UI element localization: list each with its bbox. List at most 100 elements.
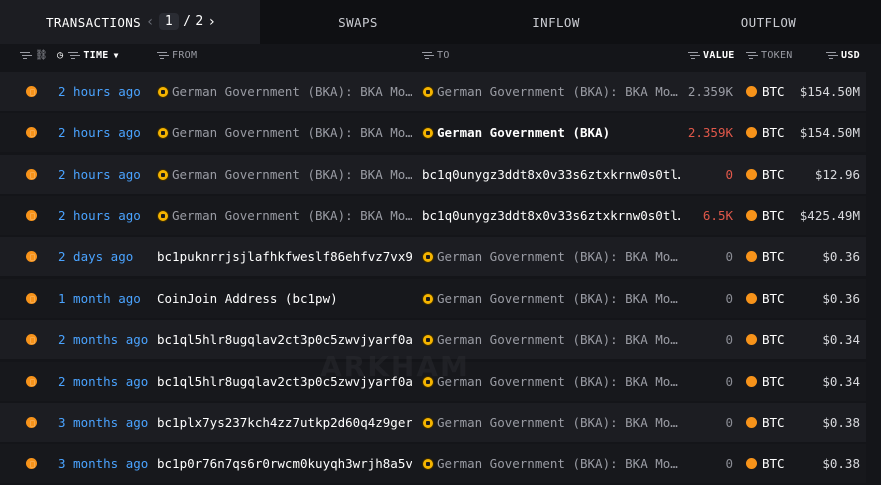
row-token-label: BTC — [762, 84, 785, 99]
row-to-label: German Government (BKA): BKA Mo… — [437, 332, 678, 347]
row-token[interactable]: BTC — [746, 125, 785, 140]
row-to[interactable]: bc1q0unygz3ddt8x0v33s6ztxkrnw0s0tl… — [422, 208, 680, 223]
header-to[interactable]: TO — [422, 50, 450, 61]
header-time[interactable]: ◷ TIME ▼ — [57, 50, 119, 61]
header-usd[interactable]: USD — [826, 50, 860, 61]
row-token-label: BTC — [762, 374, 785, 389]
table-row[interactable]: 3 months ago bc1plx7ys237kch4zz7utkp2d60… — [0, 403, 866, 442]
row-to[interactable]: German Government (BKA): BKA Mo… — [422, 415, 680, 430]
sort-down-icon[interactable]: ▼ — [114, 51, 119, 60]
filter-icon[interactable] — [688, 51, 698, 60]
row-from[interactable]: CoinJoin Address (bc1pw) — [157, 291, 412, 306]
table-header: ⛓ ◷ TIME ▼ FROM TO VALUE TOKEN USD — [0, 44, 881, 70]
bitcoin-icon — [26, 169, 37, 180]
table-row[interactable]: 1 month ago CoinJoin Address (bc1pw) Ger… — [0, 279, 866, 318]
table-row[interactable]: 2 hours ago German Government (BKA): BKA… — [0, 196, 866, 235]
row-time[interactable]: 2 months ago — [58, 332, 148, 347]
filter-icon[interactable] — [826, 51, 836, 60]
row-from[interactable]: bc1p0r76n7qs6r0rwcm0kuyqh3wrjh8a5v… — [157, 456, 412, 471]
row-token[interactable]: BTC — [746, 332, 785, 347]
row-time[interactable]: 2 months ago — [58, 374, 148, 389]
row-token-label: BTC — [762, 332, 785, 347]
row-time[interactable]: 2 hours ago — [58, 125, 141, 140]
scrollbar[interactable] — [868, 44, 881, 485]
header-filter-link[interactable]: ⛓ — [20, 50, 48, 61]
row-usd: $0.38 — [822, 415, 860, 430]
row-to-label: German Government (BKA): BKA Mo… — [437, 249, 678, 264]
header-token[interactable]: TOKEN — [746, 50, 793, 61]
row-time[interactable]: 1 month ago — [58, 291, 141, 306]
row-to[interactable]: German Government (BKA): BKA Mo… — [422, 249, 680, 264]
tab-transactions[interactable]: TRANSACTIONS ‹ 1 / 2 › — [0, 0, 260, 44]
row-token[interactable]: BTC — [746, 84, 785, 99]
table-row[interactable]: 2 hours ago German Government (BKA): BKA… — [0, 113, 866, 152]
row-token-label: BTC — [762, 125, 785, 140]
table-row[interactable]: 2 hours ago German Government (BKA): BKA… — [0, 155, 866, 194]
row-time[interactable]: 2 hours ago — [58, 167, 141, 182]
row-time[interactable]: 3 months ago — [58, 456, 148, 471]
row-time[interactable]: 2 days ago — [58, 249, 133, 264]
filter-icon[interactable] — [422, 51, 432, 60]
filter-icon[interactable] — [20, 51, 30, 60]
row-to-label: bc1q0unygz3ddt8x0v33s6ztxkrnw0s0tl… — [422, 208, 680, 223]
row-from-label: German Government (BKA): BKA Mo… — [172, 167, 412, 182]
row-value: 0 — [725, 374, 733, 389]
row-token[interactable]: BTC — [746, 374, 785, 389]
row-token[interactable]: BTC — [746, 167, 785, 182]
row-from[interactable]: bc1puknrrjsjlafhkfweslf86ehfvz7vx9… — [157, 249, 412, 264]
table-row[interactable]: 2 hours ago German Government (BKA): BKA… — [0, 72, 866, 111]
header-from[interactable]: FROM — [157, 50, 197, 61]
table-row[interactable]: 3 months ago bc1p0r76n7qs6r0rwcm0kuyqh3w… — [0, 444, 866, 483]
row-token-label: BTC — [762, 167, 785, 182]
row-token[interactable]: BTC — [746, 415, 785, 430]
row-to-label: German Government (BKA): BKA Mo… — [437, 291, 678, 306]
bitcoin-icon — [746, 376, 757, 387]
row-value: 2.359K — [687, 125, 733, 140]
row-to[interactable]: German Government (BKA): BKA Mo… — [422, 291, 680, 306]
row-from[interactable]: German Government (BKA): BKA Mo… — [157, 208, 412, 223]
bitcoin-icon — [26, 417, 37, 428]
row-value: 6.5K — [702, 208, 733, 223]
header-value[interactable]: VALUE — [688, 50, 735, 61]
row-time[interactable]: 2 hours ago — [58, 84, 141, 99]
row-to[interactable]: bc1q0unygz3ddt8x0v33s6ztxkrnw0s0tl… — [422, 167, 680, 182]
link-icon[interactable]: ⛓ — [35, 50, 48, 61]
row-token[interactable]: BTC — [746, 456, 785, 471]
tab-transactions-label: TRANSACTIONS — [46, 15, 142, 30]
row-time[interactable]: 2 hours ago — [58, 208, 141, 223]
table-row[interactable]: 2 days ago bc1puknrrjsjlafhkfweslf86ehfv… — [0, 237, 866, 276]
row-from[interactable]: bc1ql5hlr8ugqlav2ct3p0c5zwvjyarf0a… — [157, 332, 412, 347]
row-to[interactable]: German Government (BKA): BKA Mo… — [422, 332, 680, 347]
row-to-label: German Government (BKA): BKA Mo… — [437, 84, 678, 99]
row-token[interactable]: BTC — [746, 291, 785, 306]
row-to[interactable]: German Government (BKA): BKA Mo… — [422, 84, 680, 99]
filter-icon[interactable] — [746, 51, 756, 60]
row-to[interactable]: German Government (BKA) — [422, 125, 680, 140]
header-token-label: TOKEN — [761, 50, 793, 61]
filter-icon[interactable] — [68, 51, 79, 60]
header-from-label: FROM — [172, 50, 198, 61]
row-from-label: bc1plx7ys237kch4zz7utkp2d60q4z9ger… — [157, 415, 412, 430]
bitcoin-icon — [746, 210, 757, 221]
chevron-left-icon[interactable]: ‹ — [146, 14, 155, 30]
row-from-label: CoinJoin Address (bc1pw) — [157, 291, 338, 306]
row-from-label: German Government (BKA): BKA Mo… — [172, 84, 412, 99]
tab-inflow[interactable]: INFLOW — [456, 0, 656, 44]
row-time[interactable]: 3 months ago — [58, 415, 148, 430]
bitcoin-icon — [746, 458, 757, 469]
filter-icon[interactable] — [157, 51, 167, 60]
row-from[interactable]: German Government (BKA): BKA Mo… — [157, 84, 412, 99]
german-government-icon — [157, 168, 169, 181]
row-from[interactable]: German Government (BKA): BKA Mo… — [157, 167, 412, 182]
clock-icon: ◷ — [57, 50, 64, 61]
row-token[interactable]: BTC — [746, 208, 785, 223]
chevron-right-icon[interactable]: › — [208, 14, 217, 30]
tab-swaps[interactable]: SWAPS — [260, 0, 456, 44]
german-government-icon — [422, 292, 434, 305]
tab-outflow[interactable]: OUTFLOW — [656, 0, 881, 44]
row-from[interactable]: bc1plx7ys237kch4zz7utkp2d60q4z9ger… — [157, 415, 412, 430]
row-to[interactable]: German Government (BKA): BKA Mo… — [422, 456, 680, 471]
row-from[interactable]: German Government (BKA): BKA Mo… — [157, 125, 412, 140]
bitcoin-icon — [746, 86, 757, 97]
row-token[interactable]: BTC — [746, 249, 785, 264]
